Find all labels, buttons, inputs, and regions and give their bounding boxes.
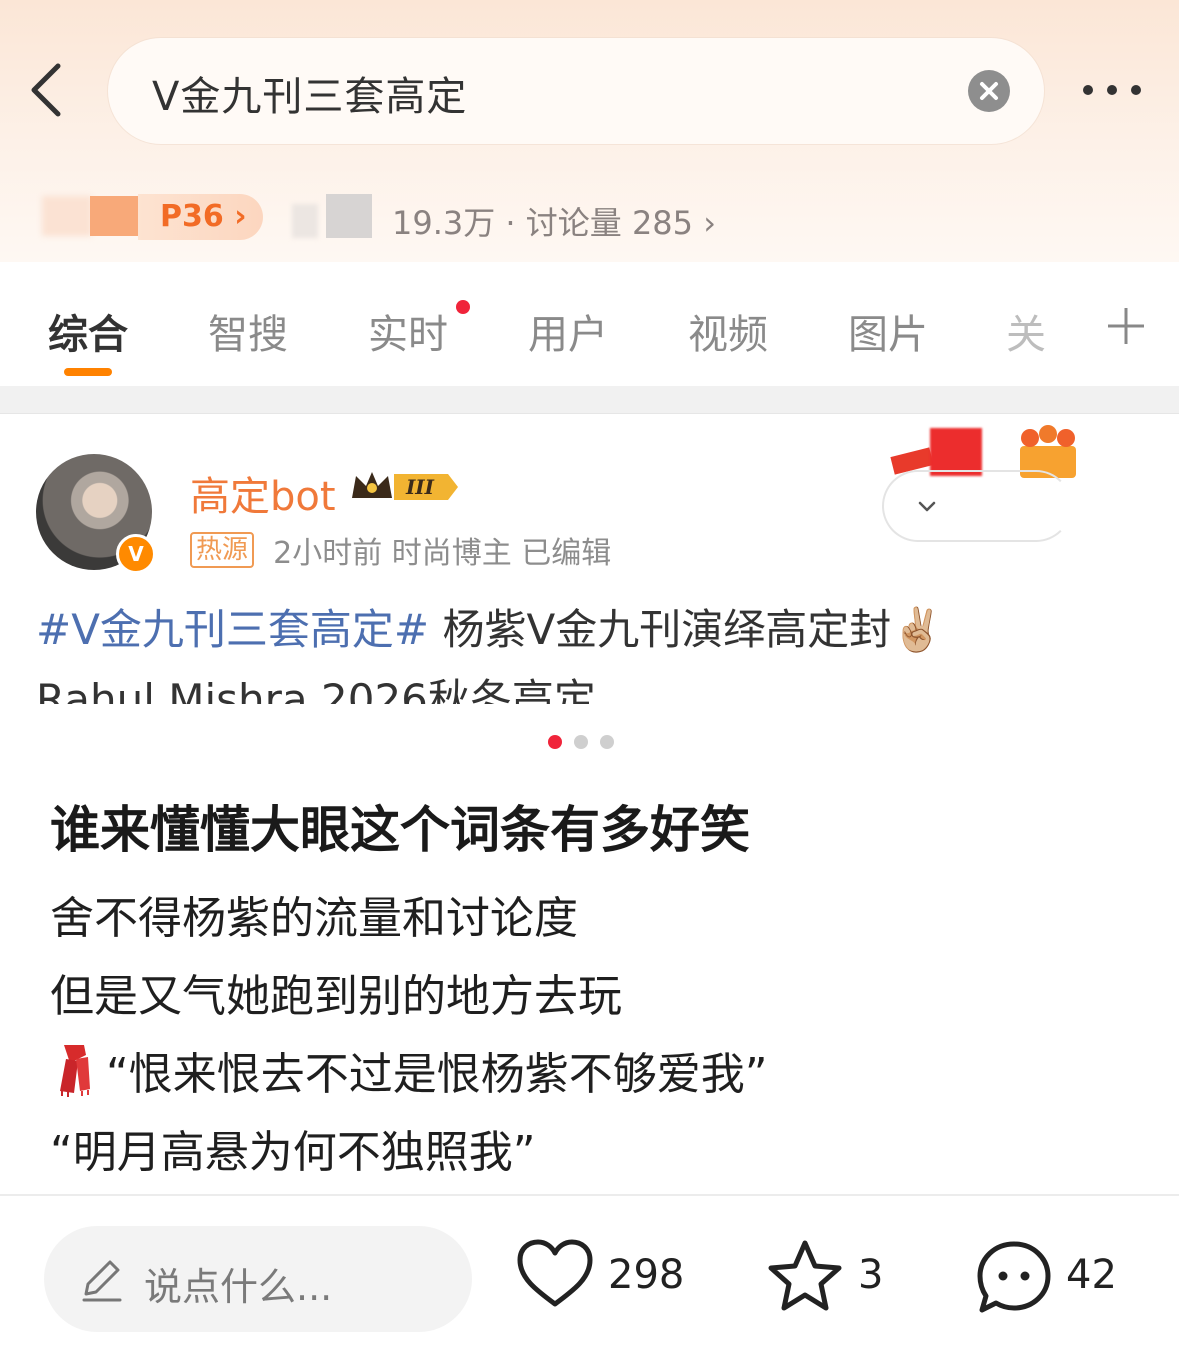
hot-stats-link[interactable]: 19.3万 · 讨论量 285 › [392,198,716,244]
more-dots-icon [1083,85,1141,95]
pencil-icon [82,1260,122,1302]
note-line-2: 但是又气她跑到别的地方去玩 [50,971,622,1022]
blurred-region [326,194,372,238]
chevron-right-icon: › [703,204,716,242]
like-button[interactable]: 298 [516,1238,688,1318]
tab-realtime[interactable]: 实时 [368,302,448,360]
more-options-button[interactable] [1080,72,1144,108]
comment-count: 42 [1066,1252,1117,1298]
search-query[interactable]: V金九刊三套高定 [152,64,467,122]
notification-dot [456,300,470,314]
note-line-3-text: “恨来恨去不过是恨杨紫不够爱我” [106,1049,768,1100]
hot-search-info: P36 › 19.3万 · 讨论量 285 › [0,190,1179,258]
tab-comprehensive[interactable]: 综合 [48,302,128,360]
plus-icon [1108,308,1144,344]
tab-images[interactable]: 图片 [848,302,928,360]
add-tab-button[interactable] [1104,304,1148,348]
blurred-region [90,196,138,236]
favorite-count: 3 [858,1252,884,1298]
vip-crown-icon: III [352,472,458,500]
search-tabs: 综合 智搜 实时 用户 视频 图片 关 [0,262,1179,386]
tab-users[interactable]: 用户 [528,302,608,360]
follow-button[interactable] [882,470,1072,542]
scarf-icon [60,1045,90,1097]
bottom-divider [0,1194,1179,1196]
verified-badge: V [116,534,156,574]
post-content-line2: Rahul Mishra 2026秋冬高定 [36,675,596,704]
hot-rank-badge[interactable]: P36 › [138,194,263,240]
note-line-1: 舍不得杨紫的流量和讨论度 [50,893,578,944]
page-indicator [548,734,626,750]
like-count: 298 [608,1252,685,1298]
comment-input[interactable]: 说点什么... [44,1226,472,1332]
hot-source-tag: 热源 [190,532,255,568]
blurred-region [42,196,92,236]
comment-button[interactable]: 42 [974,1238,1124,1318]
search-field[interactable]: V金九刊三套高定 [108,38,1044,144]
top-header: V金九刊三套高定 P36 › 19.3万 · 讨论量 285 › [0,0,1179,262]
decoration-blurred [930,428,982,476]
weibo-post: V 高定bot III 热源 2小时前 时尚博主 已编辑 #V金九刊三套高定# … [0,414,1179,704]
back-button[interactable] [24,58,72,122]
active-tab-indicator [64,368,112,376]
favorite-button[interactable]: 3 [766,1238,890,1318]
post-meta: 热源 2小时前 时尚博主 已编辑 [190,528,611,571]
page-dot [574,735,588,749]
note-line-4: “明月高悬为何不独照我” [50,1127,536,1178]
author-name[interactable]: 高定bot [190,464,336,522]
post-content: #V金九刊三套高定# 杨紫V金九刊演绎高定封✌🏼 [36,600,1136,660]
post-text: 杨紫V金九刊演绎高定封✌🏼 [429,605,944,654]
note-line-3: “恨来恨去不过是恨杨紫不够爱我” [50,1038,768,1102]
hot-stats-text: 19.3万 · 讨论量 285 [392,204,694,242]
close-icon [980,82,998,100]
tab-related[interactable]: 关 [1006,302,1046,360]
page-dot-active [548,735,562,749]
page-dot [600,735,614,749]
note-title: 谁来懂懂大眼这个词条有多好笑 [50,801,750,859]
comment-placeholder: 说点什么... [144,1265,333,1309]
star-icon [768,1240,842,1311]
tab-video[interactable]: 视频 [688,302,768,360]
heart-icon [517,1239,593,1307]
chevron-left-icon [31,63,61,117]
chevron-right-icon: › [234,199,247,234]
tab-smart-search[interactable]: 智搜 [208,302,288,360]
level-badge-text: III [405,475,435,499]
blurred-region [292,204,318,238]
hot-rank-text: P36 [160,199,224,234]
comment-bubble-icon [977,1241,1051,1313]
clear-search-button[interactable] [968,70,1010,112]
post-meta-text: 2小时前 时尚博主 已编辑 [273,536,612,571]
topic-link[interactable]: #V金九刊三套高定# [36,605,429,654]
section-divider [0,386,1179,414]
chevron-down-icon [918,501,936,512]
